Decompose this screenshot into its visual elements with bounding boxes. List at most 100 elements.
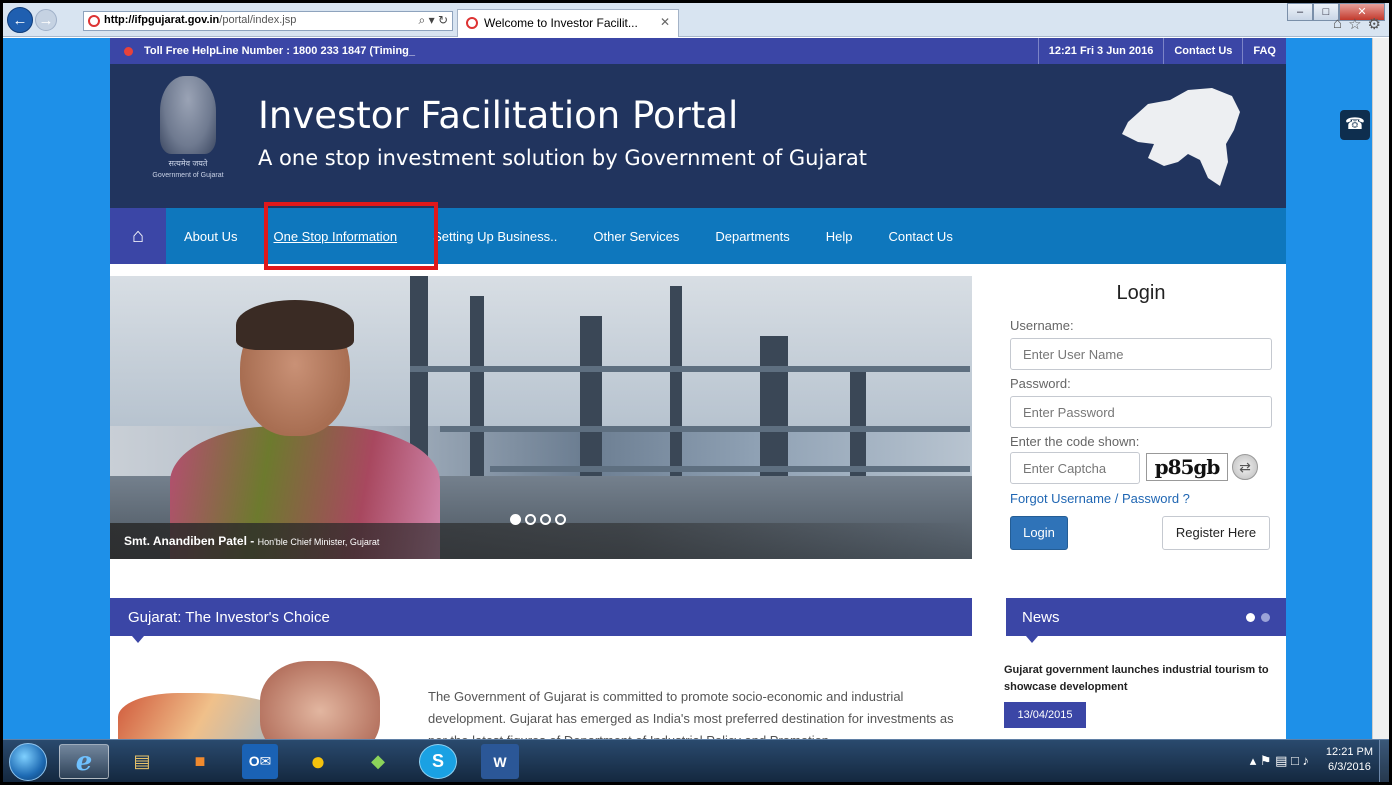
- captcha-refresh-icon[interactable]: ⇄: [1232, 454, 1258, 480]
- nav-about-us[interactable]: About Us: [166, 229, 255, 244]
- show-desktop-button[interactable]: [1379, 740, 1389, 782]
- tab-title: Welcome to Investor Facilit...: [484, 16, 638, 30]
- nav-setting-up-business[interactable]: Setting Up Business..: [415, 229, 575, 244]
- browser-titlebar: ← → http://ifpgujarat.gov.in/portal/inde…: [3, 3, 1389, 37]
- clock-time: 12:21 PM: [1325, 746, 1373, 758]
- portal-subtitle: A one stop investment solution by Govern…: [258, 146, 867, 170]
- helpline-dot-icon: [124, 47, 133, 56]
- photo-hair: [236, 300, 354, 350]
- gujarat-map-icon: [1122, 88, 1240, 186]
- slider-dot-2[interactable]: [525, 514, 536, 525]
- forward-button[interactable]: →: [35, 9, 57, 31]
- captcha-input[interactable]: Enter Captcha: [1010, 452, 1140, 484]
- caption-role: Hon'ble Chief Minister, Gujarat: [257, 537, 380, 547]
- back-arrow-icon: ←: [12, 11, 28, 29]
- portal-title: Investor Facilitation Portal: [258, 94, 739, 137]
- start-button[interactable]: [9, 743, 47, 781]
- emblem-icon: [160, 76, 216, 154]
- register-button[interactable]: Register Here: [1162, 516, 1270, 550]
- tab-site-icon: [466, 17, 478, 29]
- nav-contact-us[interactable]: Contact Us: [871, 229, 971, 244]
- nav-departments[interactable]: Departments: [697, 229, 807, 244]
- taskbar-outlook[interactable]: O✉: [242, 744, 278, 779]
- heading-notch: [132, 636, 144, 643]
- settings-gear-icon[interactable]: ⚙: [1368, 15, 1381, 33]
- phone-icon: ☎: [1345, 116, 1365, 133]
- current-datetime: 12:21 Fri 3 Jun 2016: [1037, 38, 1164, 64]
- home-nav-icon: ⌂: [131, 224, 145, 247]
- news-notch: [1026, 636, 1038, 643]
- state-emblem[interactable]: सत्यमेव जयते Government of Gujarat: [140, 76, 236, 198]
- page-viewport: Toll Free HelpLine Number : 1800 233 184…: [3, 38, 1372, 739]
- back-button[interactable]: ←: [7, 7, 33, 33]
- helpline-text: Toll Free HelpLine Number : 1800 233 184…: [144, 45, 416, 57]
- taskbar-chrome[interactable]: ●: [293, 744, 343, 779]
- top-faq-link[interactable]: FAQ: [1242, 38, 1286, 64]
- clock-date: 6/3/2016: [1328, 761, 1371, 773]
- nav-home-button[interactable]: ⌂: [110, 208, 166, 264]
- chief-minister-photo: [170, 296, 440, 559]
- minimize-button[interactable]: –: [1287, 3, 1313, 21]
- taskbar-media[interactable]: ■: [175, 744, 225, 779]
- slider-dots: [510, 514, 566, 525]
- taskbar-app[interactable]: ◆: [353, 744, 403, 779]
- portal-page: Toll Free HelpLine Number : 1800 233 184…: [110, 38, 1286, 739]
- news-dots: [1246, 613, 1270, 622]
- slide-pipe: [410, 366, 970, 372]
- username-input[interactable]: Enter User Name: [1010, 338, 1272, 370]
- favorites-icon[interactable]: ☆: [1348, 15, 1361, 33]
- caption-name: Smt. Anandiben Patel -: [124, 534, 258, 548]
- address-bar[interactable]: http://ifpgujarat.gov.in/portal/index.js…: [83, 11, 453, 31]
- taskbar-word[interactable]: W: [481, 744, 519, 779]
- browser-tab[interactable]: Welcome to Investor Facilit... ✕: [457, 9, 679, 37]
- slider-dot-3[interactable]: [540, 514, 551, 525]
- phone-call-button[interactable]: ☎: [1340, 110, 1370, 140]
- investor-section-heading: Gujarat: The Investor's Choice: [110, 598, 972, 643]
- taskbar-explorer[interactable]: ▤: [117, 744, 167, 779]
- top-right-items: 12:21 Fri 3 Jun 2016 Contact Us FAQ: [1037, 38, 1286, 64]
- forgot-credentials-link[interactable]: Forgot Username / Password ?: [1010, 491, 1190, 506]
- password-input[interactable]: Enter Password: [1010, 396, 1272, 428]
- investor-collage-image: [110, 653, 410, 739]
- captcha-label: Enter the code shown:: [1010, 434, 1140, 449]
- slide-structure: [470, 296, 484, 506]
- browser-tools: ⌂ ☆ ⚙: [1333, 15, 1381, 33]
- taskbar-ie[interactable]: e: [59, 744, 109, 779]
- home-icon[interactable]: ⌂: [1333, 15, 1342, 33]
- top-contact-link[interactable]: Contact Us: [1163, 38, 1242, 64]
- slide-pipe: [490, 466, 970, 472]
- screen: ← → http://ifpgujarat.gov.in/portal/inde…: [3, 3, 1389, 782]
- nav-help[interactable]: Help: [808, 229, 871, 244]
- taskbar-skype[interactable]: S: [419, 744, 457, 779]
- news-dot-2[interactable]: [1261, 613, 1270, 622]
- tab-close-icon[interactable]: ✕: [660, 15, 670, 29]
- system-clock[interactable]: 12:21 PM 6/3/2016: [1326, 745, 1373, 775]
- ie-site-icon: [88, 15, 100, 27]
- url-host: http://ifpgujarat.gov.in: [104, 14, 220, 26]
- captcha-image: p85gb: [1146, 453, 1228, 481]
- hero-slider[interactable]: Smt. Anandiben Patel - Hon'ble Chief Min…: [110, 276, 972, 559]
- slider-dot-1[interactable]: [510, 514, 521, 525]
- top-info-bar: Toll Free HelpLine Number : 1800 233 184…: [110, 38, 1286, 64]
- news-dot-1[interactable]: [1246, 613, 1255, 622]
- page-scrollbar[interactable]: [1372, 38, 1389, 739]
- login-panel: Login Username: Enter User Name Password…: [1006, 276, 1276, 576]
- nav-other-services[interactable]: Other Services: [575, 229, 697, 244]
- slide-pipe: [440, 426, 970, 432]
- slide-caption: Smt. Anandiben Patel - Hon'ble Chief Min…: [110, 523, 972, 559]
- slide-structure: [670, 286, 682, 506]
- login-button[interactable]: Login: [1010, 516, 1068, 550]
- username-label: Username:: [1010, 318, 1074, 333]
- password-label: Password:: [1010, 376, 1071, 391]
- news-heading-text: News: [1022, 609, 1060, 626]
- investor-description: The Government of Gujarat is committed t…: [428, 689, 954, 739]
- news-date: 13/04/2015: [1004, 702, 1086, 728]
- login-title: Login: [1116, 282, 1166, 304]
- system-tray[interactable]: ▴ ⚑ ▤ □ ♪: [1250, 753, 1309, 769]
- address-tools-icon[interactable]: ⌕ ▾ ↻: [419, 13, 448, 28]
- slider-dot-4[interactable]: [555, 514, 566, 525]
- news-headline[interactable]: Gujarat government launches industrial t…: [1004, 662, 1284, 696]
- url-path: /portal/index.jsp: [219, 14, 297, 26]
- highlight-annotation: [264, 202, 438, 270]
- forward-arrow-icon: →: [38, 11, 54, 29]
